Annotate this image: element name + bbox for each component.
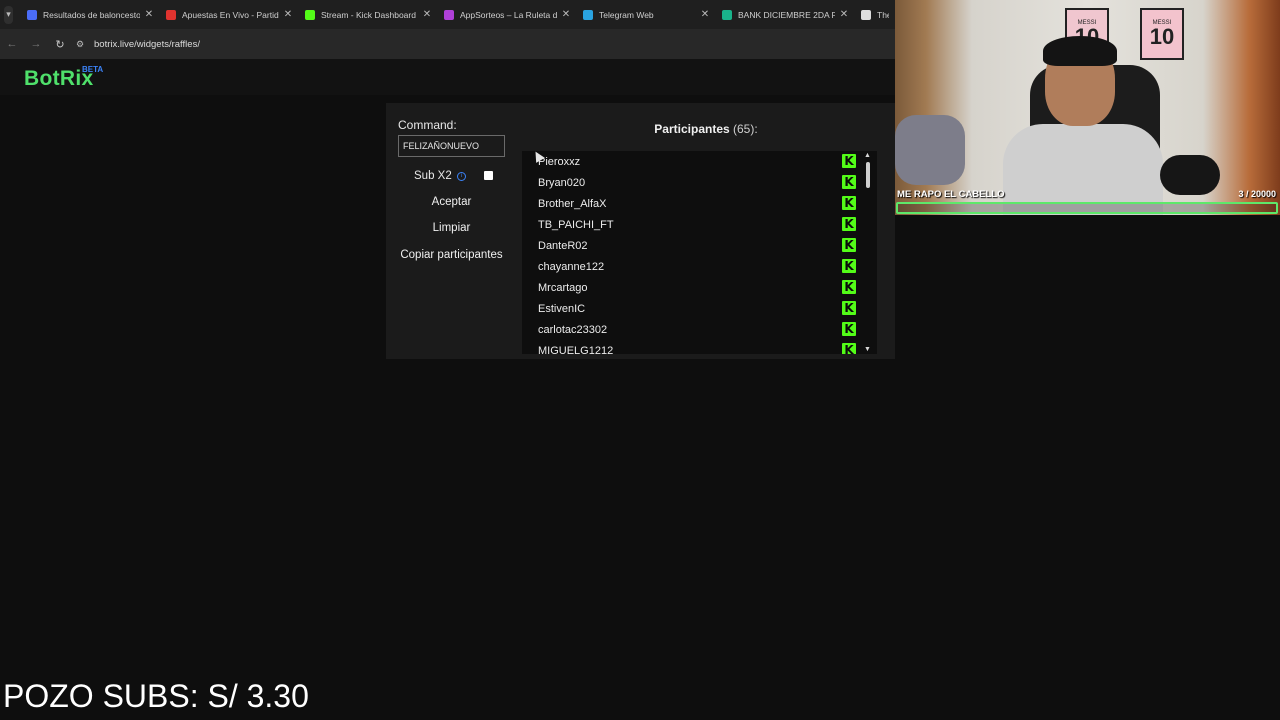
kick-platform-icon: K <box>842 280 856 294</box>
kick-platform-icon: K <box>842 238 856 252</box>
kick-platform-icon: K <box>842 196 856 210</box>
participant-name: Brother_AlfaX <box>538 197 607 210</box>
sub-x2-row: Sub X2 i <box>414 168 466 184</box>
participant-row[interactable]: MIGUELG1212 K <box>538 340 856 354</box>
address-bar: ← → ↻ ⚙ botrix.live/widgets/raffles/ <box>0 29 895 59</box>
participants-list[interactable]: ▲ ▼ Pieroxxz K Bryan020 K Brother_AlfaX K TB_P… <box>522 151 877 354</box>
tab-favicon-icon <box>583 9 593 20</box>
tab-search-chevron-icon[interactable]: ▾ <box>4 5 13 24</box>
participants-scrollbar[interactable]: ▲ ▼ <box>863 151 873 354</box>
browser-tab[interactable]: Telegram Web ✕ <box>577 0 716 29</box>
browser-tab[interactable]: BANK DICIEMBRE 2DA PARTE ✕ <box>716 0 855 29</box>
accept-button[interactable]: Aceptar <box>398 192 505 212</box>
reload-icon[interactable]: ↻ <box>48 32 72 56</box>
scroll-thumb[interactable] <box>866 162 870 188</box>
browser-tab[interactable]: The <box>855 0 895 29</box>
kick-platform-icon: K <box>842 322 856 336</box>
sub-x2-checkbox[interactable] <box>484 171 493 180</box>
pozo-subs-overlay: POZO SUBS: S/ 3.30 <box>3 678 309 714</box>
participants-title: Participantes <box>654 122 730 136</box>
participant-row[interactable]: Mrcartago K <box>538 277 856 298</box>
participant-row[interactable]: EstivenIC K <box>538 298 856 319</box>
participants-heading: Participantes (65): <box>626 122 786 136</box>
participant-row[interactable]: TB_PAICHI_FT K <box>538 214 856 235</box>
browser-tab-bar: ▾ Resultados de baloncesto ✕ Apuestas En V… <box>0 0 895 29</box>
back-arrow-icon[interactable]: ← <box>0 32 24 56</box>
site-header: BotRix BETA <box>0 59 895 95</box>
participant-name: EstivenIC <box>538 302 586 315</box>
tab-favicon-icon <box>27 9 37 20</box>
participant-row[interactable]: DanteR02 K <box>538 235 856 256</box>
kick-platform-icon: K <box>842 301 856 315</box>
tab-favicon-icon <box>444 9 454 20</box>
browser-tab[interactable]: Resultados de baloncesto ✕ <box>21 0 160 29</box>
participants-count: (65): <box>733 122 758 136</box>
participant-name: chayanne122 <box>538 260 605 273</box>
tab-close-icon[interactable]: ✕ <box>561 9 571 20</box>
info-icon[interactable]: i <box>456 171 466 181</box>
goal-progress-bar <box>896 202 1278 214</box>
plush-toy <box>895 115 965 185</box>
tab-label: Telegram Web <box>599 9 654 20</box>
participant-row[interactable]: Bryan020 K <box>538 172 856 193</box>
participant-name: carlotac23302 <box>538 323 608 336</box>
tab-favicon-icon <box>861 9 871 20</box>
scroll-down-icon[interactable]: ▼ <box>864 346 871 353</box>
tab-favicon-icon <box>305 9 315 20</box>
microphone <box>1160 155 1220 195</box>
webcam-overlay: MESSI 10 MESSI 10 ME RAPO EL CABELLO 3 /… <box>895 0 1280 215</box>
copy-participants-button[interactable]: Copiar participantes <box>398 245 505 265</box>
raffle-widget: Command: Sub X2 i Aceptar Limpiar Copiar… <box>386 103 895 359</box>
tab-label: AppSorteos – La Ruleta de <box>460 9 557 20</box>
url-text: botrix.live/widgets/raffles/ <box>94 38 200 50</box>
participant-row[interactable]: Pieroxxz K <box>538 151 856 172</box>
streamer-hair <box>1043 36 1117 66</box>
scroll-up-icon[interactable]: ▲ <box>864 152 871 159</box>
tab-close-icon[interactable]: ✕ <box>700 9 710 20</box>
forward-arrow-icon[interactable]: → <box>24 32 48 56</box>
screen: ▾ Resultados de baloncesto ✕ Apuestas En V… <box>0 0 1280 720</box>
participant-row[interactable]: carlotac23302 K <box>538 319 856 340</box>
tab-label: BANK DICIEMBRE 2DA PARTE <box>738 9 835 20</box>
site-info-icon[interactable]: ⚙ <box>76 39 90 50</box>
goal-label: ME RAPO EL CABELLO <box>897 189 1005 200</box>
participant-name: MIGUELG1212 <box>538 344 614 355</box>
tab-favicon-icon <box>166 9 176 20</box>
participant-name: Bryan020 <box>538 176 586 189</box>
tab-close-icon[interactable]: ✕ <box>144 9 154 20</box>
command-label: Command: <box>398 118 457 132</box>
tab-label: Stream - Kick Dashboard <box>321 9 416 20</box>
tab-strip: Resultados de baloncesto ✕ Apuestas En Viv… <box>21 0 895 29</box>
tab-label: Apuestas En Vivo - Partidos <box>182 9 279 20</box>
participant-row[interactable]: chayanne122 K <box>538 256 856 277</box>
browser-tab[interactable]: Stream - Kick Dashboard ✕ <box>299 0 438 29</box>
tab-close-icon[interactable]: ✕ <box>422 9 432 20</box>
goal-count: 3 / 20000 <box>1238 189 1276 199</box>
sub-x2-label: Sub X2 <box>414 170 452 182</box>
clear-button[interactable]: Limpiar <box>398 218 505 238</box>
command-input[interactable] <box>398 135 505 157</box>
kick-platform-icon: K <box>842 175 856 189</box>
participant-name: DanteR02 <box>538 239 588 252</box>
tab-close-icon[interactable]: ✕ <box>839 9 849 20</box>
tab-favicon-icon <box>722 9 732 20</box>
url-field[interactable]: ⚙ botrix.live/widgets/raffles/ <box>76 33 895 55</box>
participant-row[interactable]: Brother_AlfaX K <box>538 193 856 214</box>
beta-badge: BETA <box>82 65 104 74</box>
tab-label: The <box>877 9 889 20</box>
tab-close-icon[interactable]: ✕ <box>283 9 293 20</box>
browser-tab[interactable]: AppSorteos – La Ruleta de ✕ <box>438 0 577 29</box>
kick-platform-icon: K <box>842 259 856 273</box>
kick-platform-icon: K <box>842 343 856 354</box>
streamer <box>995 36 1165 215</box>
participant-name: Mrcartago <box>538 281 588 294</box>
browser-tab[interactable]: Apuestas En Vivo - Partidos ✕ <box>160 0 299 29</box>
tab-label: Resultados de baloncesto <box>43 9 140 20</box>
participant-name: TB_PAICHI_FT <box>538 218 614 231</box>
kick-platform-icon: K <box>842 217 856 231</box>
kick-platform-icon: K <box>842 154 856 168</box>
